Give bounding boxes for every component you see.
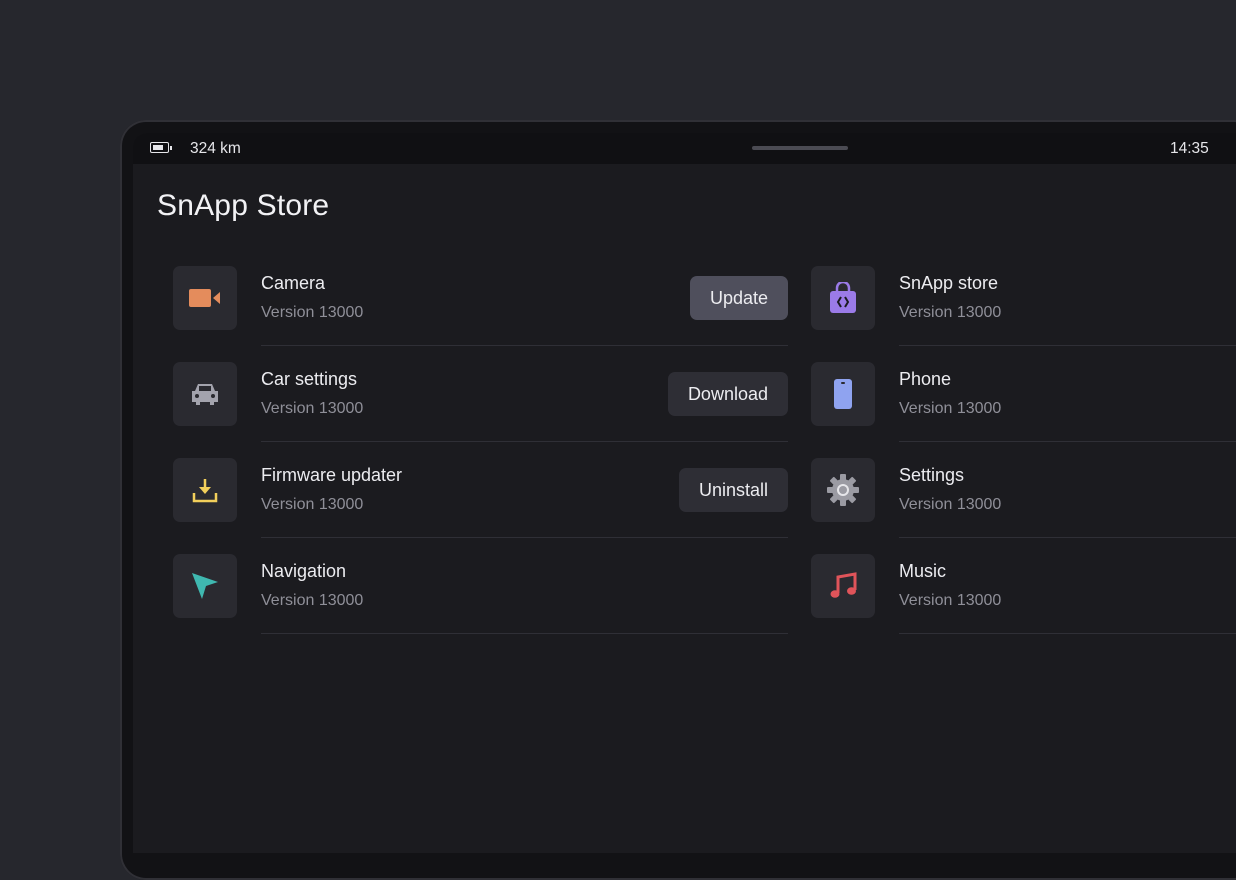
- app-item-camera[interactable]: Camera Version 13000 Update: [173, 266, 788, 362]
- divider: [261, 537, 788, 538]
- status-bar: 324 km 14:35: [133, 133, 1236, 164]
- app-version: Version 13000: [261, 496, 364, 513]
- uninstall-button[interactable]: Uninstall: [678, 468, 788, 512]
- car-icon: [173, 362, 237, 426]
- page-title: SnApp Store: [157, 189, 330, 222]
- app-version: Version 13000: [261, 400, 364, 417]
- app-name: Music: [899, 561, 947, 581]
- download-button[interactable]: Download: [667, 372, 788, 416]
- app-version: Version 13000: [899, 304, 1002, 321]
- app-version: Version 13000: [261, 592, 364, 609]
- app-list-left: Camera Version 13000 Update Car settings…: [173, 266, 788, 650]
- app-item-settings[interactable]: Settings Version 13000: [811, 458, 1236, 554]
- app-name: Settings: [899, 465, 965, 485]
- battery-icon: [150, 142, 172, 153]
- divider: [899, 441, 1236, 442]
- download-icon: [173, 458, 237, 522]
- app-item-phone[interactable]: Phone Version 13000: [811, 362, 1236, 458]
- drag-handle[interactable]: [752, 146, 848, 150]
- app-item-navigation[interactable]: Navigation Version 13000: [173, 554, 788, 650]
- app-name: Navigation: [261, 561, 347, 581]
- update-button[interactable]: Update: [689, 276, 788, 320]
- range-readout: 324 km: [190, 140, 241, 157]
- app-version: Version 13000: [899, 496, 1002, 513]
- car-screen: 324 km 14:35 SnApp Store Camera Version …: [133, 133, 1236, 853]
- gear-icon: [811, 458, 875, 522]
- clock: 14:35: [1170, 140, 1209, 157]
- music-note-icon: [811, 554, 875, 618]
- divider: [261, 633, 788, 634]
- navigation-arrow-icon: [173, 554, 237, 618]
- divider: [899, 345, 1236, 346]
- app-name: Phone: [899, 369, 952, 389]
- camera-icon: [173, 266, 237, 330]
- app-name: Car settings: [261, 369, 358, 389]
- app-version: Version 13000: [899, 400, 1002, 417]
- divider: [899, 633, 1236, 634]
- divider: [261, 441, 788, 442]
- divider: [261, 345, 788, 346]
- app-version: Version 13000: [261, 304, 364, 321]
- app-version: Version 13000: [899, 592, 1002, 609]
- app-item-car-settings[interactable]: Car settings Version 13000 Download: [173, 362, 788, 458]
- phone-icon: [811, 362, 875, 426]
- divider: [899, 537, 1236, 538]
- app-item-firmware-updater[interactable]: Firmware updater Version 13000 Uninstall: [173, 458, 788, 554]
- app-name: Camera: [261, 273, 326, 293]
- shopping-bag-icon: [811, 266, 875, 330]
- app-name: Firmware updater: [261, 465, 403, 485]
- app-item-snapp-store[interactable]: SnApp store Version 13000: [811, 266, 1236, 362]
- app-item-music[interactable]: Music Version 13000: [811, 554, 1236, 650]
- app-list-right: SnApp store Version 13000 Phone Version …: [811, 266, 1236, 650]
- app-name: SnApp store: [899, 273, 999, 293]
